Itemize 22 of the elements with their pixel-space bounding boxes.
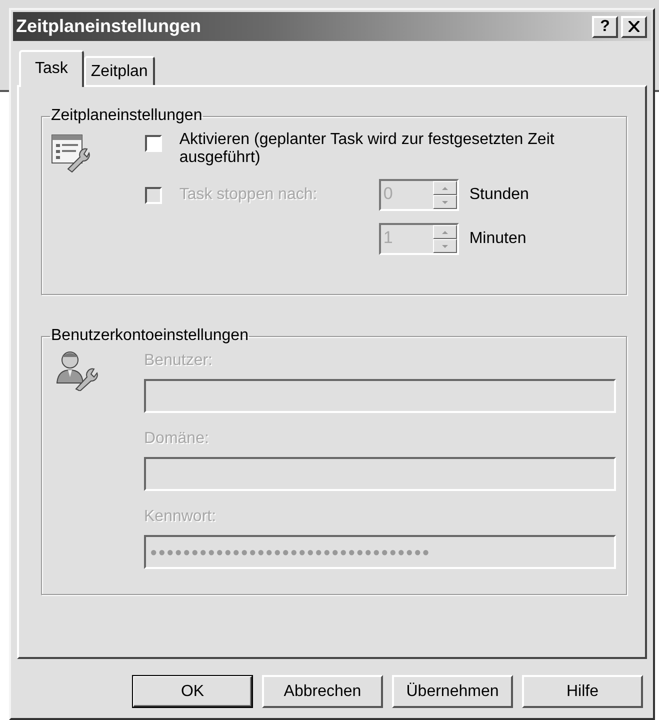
field-label: Domäne:	[144, 429, 210, 449]
tab[interactable]: Task	[19, 50, 84, 87]
dialog-button[interactable]: Abbrechen	[262, 675, 383, 708]
group-title: Benutzerkontoeinstellungen	[50, 327, 250, 345]
unit-label: Minuten	[469, 230, 528, 248]
close-icon	[628, 21, 640, 32]
schedule-wrench-icon	[50, 133, 90, 173]
unit-label: Stunden	[469, 186, 530, 204]
dialog-button[interactable]: OK	[132, 675, 253, 708]
checkbox[interactable]	[145, 135, 162, 152]
checkbox-label: Task stoppen nach:	[179, 186, 318, 204]
user-wrench-icon	[56, 349, 98, 391]
dialog-button[interactable]: Hilfe	[522, 675, 643, 708]
tab[interactable]: Zeitplan	[84, 56, 155, 85]
dialog-button[interactable]: Übernehmen	[392, 675, 513, 708]
close-button[interactable]	[621, 16, 647, 38]
help-button[interactable]: ?	[592, 16, 618, 38]
field-label: Benutzer:	[144, 351, 214, 371]
checkbox-label: Aktivieren (geplanter Task wird zur festgesetzten Zeit ausgeführt)	[179, 131, 556, 167]
window-title: Zeitplaneinstellungen	[16, 16, 202, 37]
group-title: Zeitplaneinstellungen	[50, 107, 204, 125]
field-label: Kennwort:	[144, 507, 218, 527]
